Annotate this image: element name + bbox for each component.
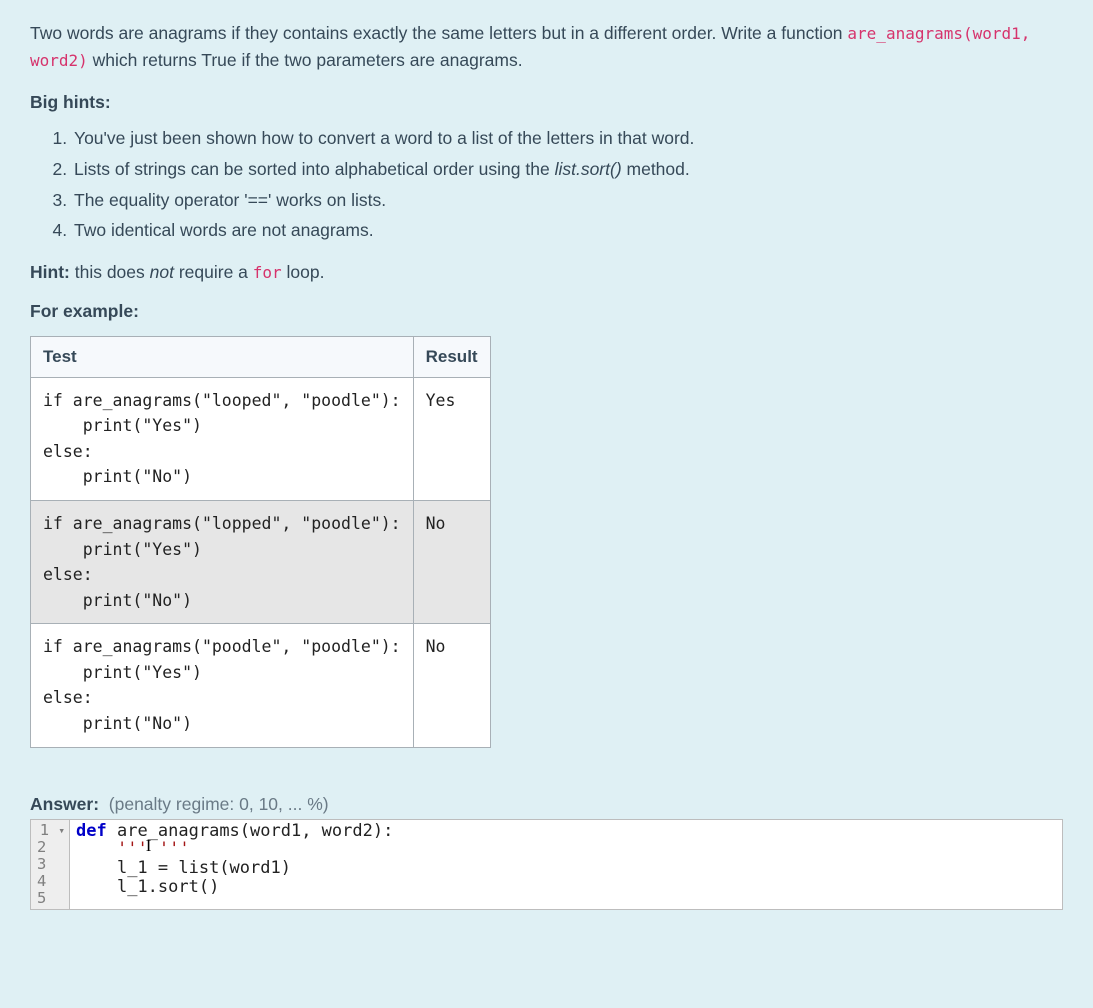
test-cell: if are_anagrams("looped", "poodle"): pri… (31, 377, 414, 500)
code-text: l_1.sort() (76, 877, 219, 897)
test-cell: if are_anagrams("poodle", "poodle"): pri… (31, 624, 414, 747)
docstring: ''' ''' (117, 839, 190, 859)
hint-text: The equality operator '==' works on list… (74, 190, 386, 210)
line-number: 5 (37, 889, 46, 907)
table-row: if are_anagrams("lopped", "poodle"): pri… (31, 501, 491, 624)
hint-text: Lists of strings can be sorted into alph… (74, 159, 555, 179)
result-cell: No (413, 501, 490, 624)
line-number: 1 (40, 821, 49, 839)
test-cell: if are_anagrams("lopped", "poodle"): pri… (31, 501, 414, 624)
big-hints-heading: Big hints: (30, 92, 1063, 113)
hint-text: this does (70, 262, 150, 282)
table-row: if are_anagrams("poodle", "poodle"): pri… (31, 624, 491, 747)
hint-text: method. (622, 159, 690, 179)
hints-list: You've just been shown how to convert a … (30, 123, 1063, 246)
problem-intro: Two words are anagrams if they contains … (30, 0, 1063, 74)
hint-text: loop. (282, 262, 325, 282)
editor-code-area[interactable]: def are_anagrams(word1, word2): ''' ''' … (70, 820, 1062, 909)
table-header-result: Result (413, 336, 490, 377)
result-cell: Yes (413, 377, 490, 500)
intro-text-before: Two words are anagrams if they contains … (30, 23, 847, 43)
code-text: l_1 = list(word1) (76, 858, 291, 878)
hint-text: You've just been shown how to convert a … (74, 128, 694, 148)
examples-table: Test Result if are_anagrams("looped", "p… (30, 336, 491, 748)
editor-gutter: 1 ▾ 2 3 4 5 (31, 820, 70, 909)
line-number: 2 (37, 838, 46, 856)
hint-line: Hint: this does not require a for loop. (30, 262, 1063, 283)
hint-item: Two identical words are not anagrams. (72, 215, 1063, 246)
answer-heading: Answer: (penalty regime: 0, 10, ... %) (30, 794, 1063, 815)
for-example-heading: For example: (30, 301, 1063, 322)
table-header-test: Test (31, 336, 414, 377)
hint-code: for (253, 263, 282, 282)
result-cell: No (413, 624, 490, 747)
hint-text: Two identical words are not anagrams. (74, 220, 374, 240)
hint-item: Lists of strings can be sorted into alph… (72, 154, 1063, 185)
keyword: def (76, 821, 107, 841)
method-name: list.sort() (555, 159, 622, 179)
code-editor[interactable]: 1 ▾ 2 3 4 5 def are_anagrams(word1, word… (30, 819, 1063, 910)
text-cursor (148, 840, 149, 856)
code-text (76, 839, 117, 859)
answer-label: Answer: (30, 794, 99, 814)
hint-item: The equality operator '==' works on list… (72, 185, 1063, 216)
table-row: if are_anagrams("looped", "poodle"): pri… (31, 377, 491, 500)
hint-text: require a (174, 262, 253, 282)
fold-icon[interactable]: ▾ (58, 825, 65, 837)
line-number: 4 (37, 872, 46, 890)
hint-label: Hint: (30, 262, 70, 282)
penalty-regime: (penalty regime: 0, 10, ... %) (109, 794, 329, 814)
hint-em: not (150, 262, 174, 282)
hint-item: You've just been shown how to convert a … (72, 123, 1063, 154)
intro-text-after: which returns True if the two parameters… (88, 50, 523, 70)
line-number: 3 (37, 855, 46, 873)
